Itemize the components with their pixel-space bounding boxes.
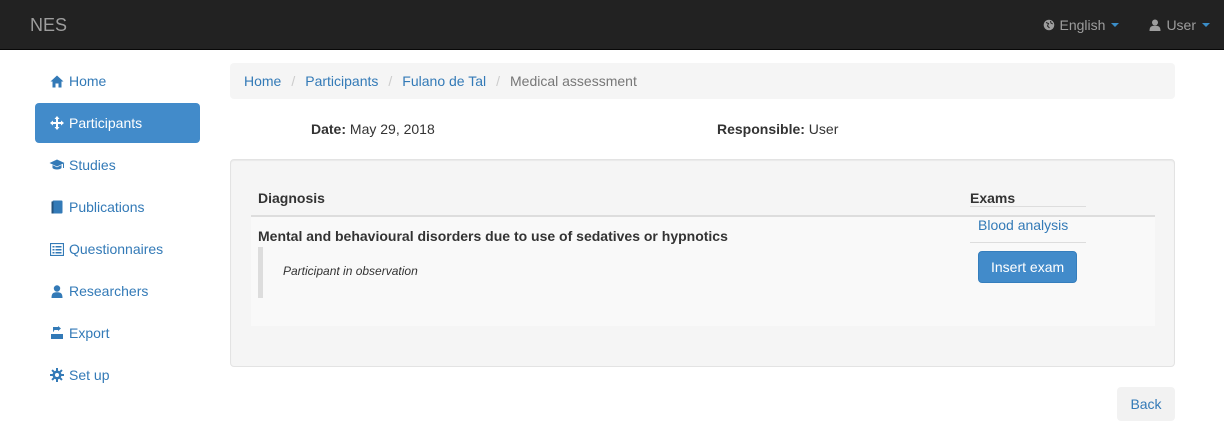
date-info: Date: May 29, 2018 (311, 121, 435, 137)
responsible-label: Responsible: (717, 121, 805, 137)
exams-header: Exams (970, 190, 1016, 206)
insert-exam-button[interactable]: Insert exam (978, 251, 1078, 283)
diagnosis-table: Diagnosis Exams Mental and behavioural d… (251, 180, 1155, 326)
sidebar-item-setup[interactable]: Set up (35, 355, 200, 395)
user-label: User (1166, 17, 1196, 33)
sidebar-item-label: Publications (69, 199, 145, 215)
sidebar-item-publications[interactable]: Publications (35, 187, 200, 227)
sidebar-item-label: Home (69, 73, 107, 89)
home-icon (49, 73, 65, 89)
sidebar-item-label: Set up (69, 367, 110, 383)
list-alt-icon (49, 241, 65, 257)
breadcrumb: Home / Participants / Fulano de Tal / Me… (230, 63, 1175, 99)
breadcrumb-participant[interactable]: Fulano de Tal (402, 73, 486, 89)
responsible-value: User (808, 121, 839, 137)
breadcrumb-separator: / (496, 73, 500, 89)
sidebar-item-label: Questionnaires (69, 241, 164, 257)
sidebar-item-studies[interactable]: Studies (35, 145, 200, 185)
date-value: May 29, 2018 (349, 121, 435, 137)
sidebar-item-participants[interactable]: Participants (35, 103, 200, 143)
medical-assessment-panel: Diagnosis Exams Mental and behavioural d… (230, 159, 1175, 367)
back-button[interactable]: Back (1117, 387, 1175, 421)
brand-logo[interactable]: NES (30, 15, 67, 35)
exam-link-blood-analysis[interactable]: Blood analysis (970, 207, 1086, 242)
insert-exam-wrapper: Insert exam (970, 242, 1086, 283)
diagnosis-name: Mental and behavioural disorders due to … (258, 228, 728, 244)
sidebar-item-export[interactable]: Export (35, 313, 200, 353)
language-dropdown[interactable]: English (1043, 17, 1120, 33)
chevron-down-icon (1202, 23, 1210, 27)
user-icon (1149, 19, 1161, 31)
cog-icon (49, 367, 65, 383)
move-icon (49, 115, 65, 131)
graduation-cap-icon (49, 157, 65, 173)
breadcrumb-separator: / (291, 73, 296, 89)
user-icon (49, 283, 65, 299)
user-dropdown[interactable]: User (1149, 17, 1210, 33)
date-label: Date: (311, 121, 347, 137)
language-label: English (1059, 17, 1106, 33)
sidebar-nav: Home Participants Studies Publications Q… (35, 61, 200, 397)
book-icon (49, 199, 65, 215)
sidebar-item-researchers[interactable]: Researchers (35, 271, 200, 311)
chevron-down-icon (1111, 23, 1120, 27)
breadcrumb-participants[interactable]: Participants (305, 73, 378, 89)
globe-icon (1043, 19, 1054, 31)
sidebar-item-label: Participants (69, 115, 143, 131)
sidebar-item-label: Export (69, 325, 110, 341)
diagnosis-header: Diagnosis (258, 190, 325, 206)
breadcrumb-home[interactable]: Home (244, 73, 281, 89)
sidebar-item-label: Studies (69, 157, 116, 173)
top-navbar: NES English User (0, 0, 1224, 50)
table-row: Mental and behavioural disorders due to … (251, 206, 1155, 326)
sidebar-item-label: Researchers (69, 283, 149, 299)
breadcrumb-separator: / (388, 73, 393, 89)
exams-list: Blood analysis Insert exam (970, 206, 1086, 283)
export-icon (49, 325, 65, 341)
breadcrumb-current: Medical assessment (510, 73, 637, 89)
navbar-right: English User (1013, 0, 1210, 50)
sidebar-item-home[interactable]: Home (35, 61, 200, 101)
sidebar-item-questionnaires[interactable]: Questionnaires (35, 229, 200, 269)
diagnosis-note: Participant in observation (258, 247, 858, 298)
diagnosis-note-text: Participant in observation (283, 264, 418, 278)
responsible-info: Responsible: User (717, 121, 838, 137)
